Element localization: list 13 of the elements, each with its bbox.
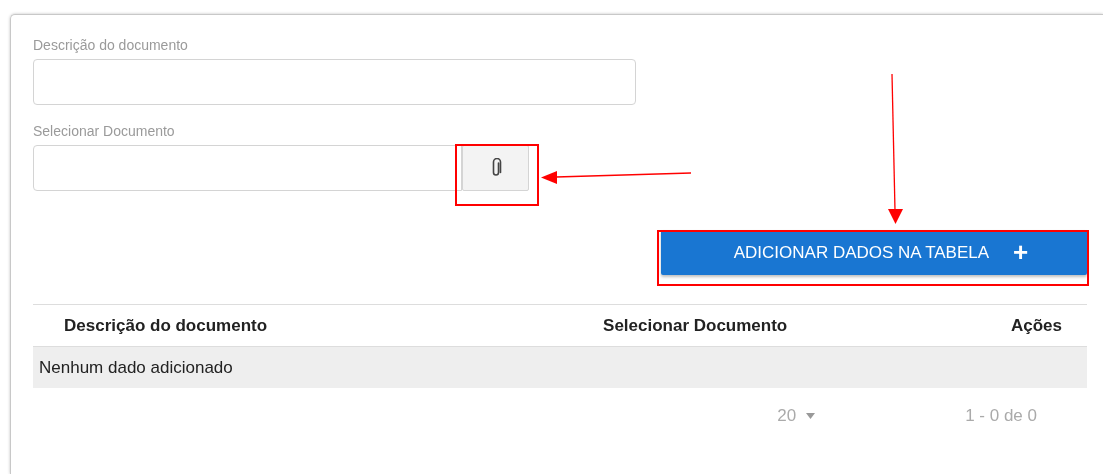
page-size-select[interactable]: 20 [777,406,816,426]
column-header: Ações [900,304,1087,347]
dropdown-caret-icon [806,413,816,419]
attach-button[interactable] [462,145,529,191]
pagination-range: 1 - 0 de 0 [965,406,1037,426]
field-label: Descrição do documento [33,37,189,53]
file-path-field[interactable] [33,145,462,191]
input-field[interactable] [33,59,636,105]
empty-table-message: Nenhum dado adicionado [39,357,233,377]
add-to-table-button[interactable]: ADICIONAR DADOS NA TABELA + [661,230,1087,275]
field-label: Selecionar Documento [33,123,176,139]
column-header: Selecionar Documento [483,304,901,347]
column-header: Descrição do documento [33,304,484,347]
